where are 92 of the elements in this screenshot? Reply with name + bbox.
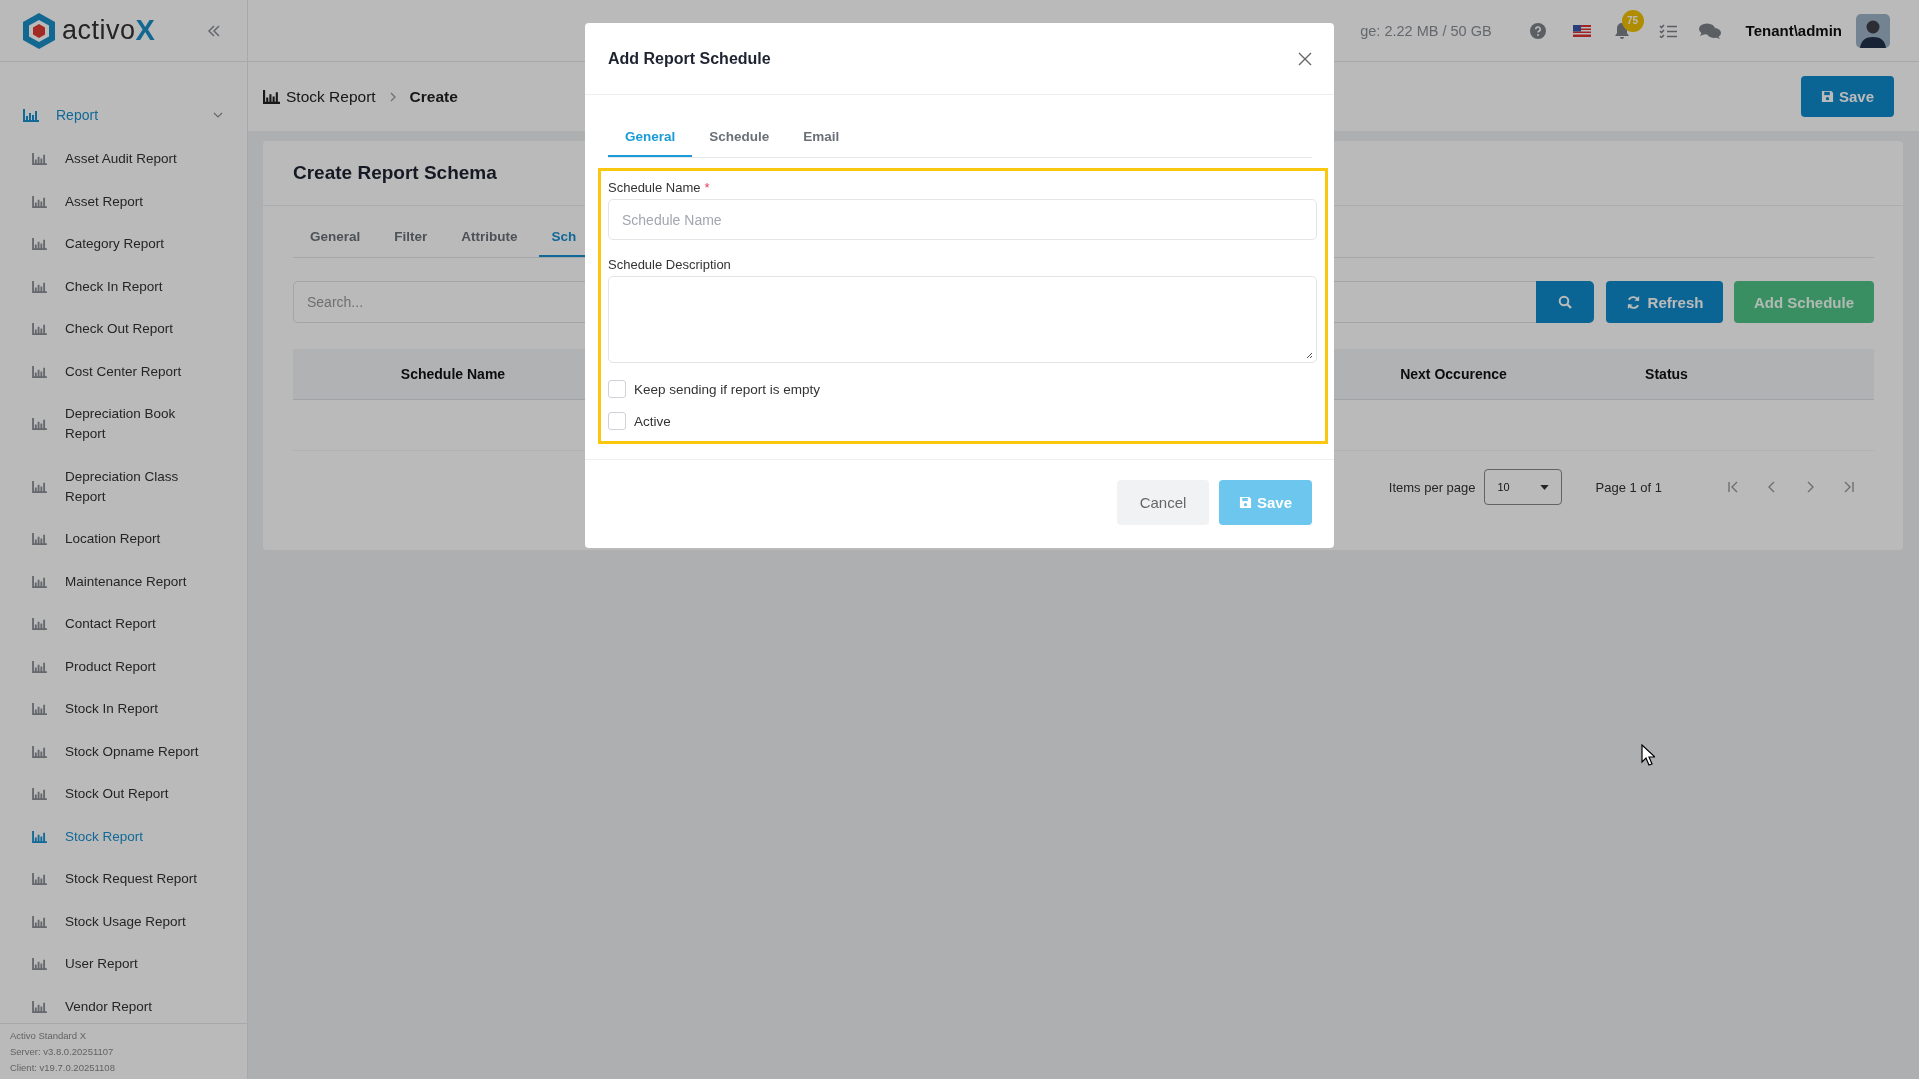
tab[interactable]: Email [786, 118, 857, 157]
required-mark: * [704, 180, 710, 195]
chart-icon [23, 108, 39, 122]
search-icon [1558, 295, 1572, 309]
notification-badge: 75 [1621, 9, 1644, 32]
page-size-select[interactable]: 10 [1483, 469, 1562, 505]
tab[interactable]: Attribute [448, 218, 531, 257]
chart-icon [32, 480, 47, 493]
chart-icon [32, 365, 47, 378]
dialog-title: Add Report Schedule [608, 49, 771, 68]
chart-icon [32, 915, 47, 928]
chart-icon [32, 195, 47, 208]
chart-icon [32, 618, 47, 631]
chat-icon[interactable] [1698, 22, 1721, 39]
checkbox-label: Keep sending if report is empty [634, 381, 821, 397]
sidebar-item[interactable]: Maintenance Report [0, 560, 247, 603]
version-text: Client: v19.7.0.20251108 [10, 1061, 116, 1075]
chart-icon [32, 238, 47, 251]
chart-icon [32, 703, 47, 716]
help-icon[interactable] [1529, 22, 1546, 39]
close-icon[interactable] [1298, 51, 1312, 66]
column-header: Status [1644, 366, 1689, 382]
sidebar-item[interactable]: Stock Out Report [0, 773, 247, 816]
save-icon [1820, 90, 1834, 103]
column-header: Next Occurence [1399, 366, 1508, 382]
sidebar-item[interactable]: Stock Request Report [0, 858, 247, 901]
task-list-icon[interactable] [1658, 23, 1677, 38]
cursor-icon [1641, 744, 1655, 766]
caret-icon [1539, 484, 1549, 490]
chart-icon [32, 830, 47, 843]
chart-icon [32, 873, 47, 886]
chevron-icon [389, 91, 396, 102]
section-label: Report [56, 107, 100, 123]
cancel-button[interactable]: Cancel [1117, 480, 1209, 525]
sidebar-item[interactable]: Stock Opname Report [0, 730, 247, 773]
breadcrumb-link[interactable]: Stock Report [286, 87, 376, 106]
chart-icon [32, 280, 47, 293]
version-text: Server: v3.8.0.20251107 [10, 1045, 115, 1059]
last-page-icon[interactable] [1842, 481, 1854, 493]
tab[interactable]: Schedule [692, 118, 787, 157]
checkbox-label: Active [634, 413, 671, 429]
save-icon [1238, 496, 1252, 509]
textarea-field[interactable] [608, 276, 1317, 363]
field-label: Schedule Name [608, 180, 701, 195]
chart-icon [32, 575, 47, 588]
collapse-icon[interactable] [207, 24, 221, 37]
version-text: Activo Standard X [10, 1029, 88, 1043]
logo: activoX [22, 11, 155, 50]
first-page-icon[interactable] [1728, 481, 1740, 493]
sidebar-item[interactable]: Check In Report [0, 265, 247, 308]
card-title: Create Report Schema [293, 162, 497, 184]
sidebar-item[interactable]: Category Report [0, 223, 247, 266]
chart-icon [32, 153, 47, 166]
input-field[interactable]: Schedule Name [608, 199, 1317, 240]
chart-icon [32, 1000, 47, 1013]
tab[interactable]: Filter [381, 218, 441, 257]
storage-usage: ge: 2.22 MB / 50 GB [1360, 22, 1492, 39]
sidebar-item[interactable]: Stock Usage Report [0, 900, 247, 943]
page-info: Page 1 of 1 [1595, 479, 1662, 495]
chart-icon [32, 418, 47, 431]
sidebar-item[interactable]: User Report [0, 943, 247, 986]
sidebar-item[interactable]: Stock In Report [0, 688, 247, 731]
sidebar-item[interactable]: Cost Center Report [0, 350, 247, 393]
chart-icon [32, 533, 47, 546]
breadcrumb-current: Create [409, 87, 458, 106]
user-name[interactable]: Tenant\admin [1745, 22, 1842, 39]
sidebar-item[interactable]: Check Out Report [0, 308, 247, 351]
field-label: Schedule Description [608, 257, 731, 272]
flag-icon[interactable] [1572, 24, 1591, 37]
sidebar-item[interactable]: Depreciation Book Report [0, 393, 247, 456]
checkbox[interactable] [608, 380, 626, 398]
sidebar-item[interactable]: Vendor Report [0, 985, 247, 1023]
resize-handle-icon[interactable] [1305, 351, 1313, 359]
chart-icon [32, 745, 47, 758]
checkbox[interactable] [608, 412, 626, 430]
column-header: Schedule Name [399, 366, 507, 382]
search-button[interactable] [1536, 281, 1594, 323]
sidebar-item[interactable]: Asset Audit Report [0, 138, 247, 181]
sidebar-item[interactable]: Location Report [0, 518, 247, 561]
sidebar-item[interactable]: Depreciation Class Report [0, 455, 247, 518]
refresh-icon [1625, 294, 1641, 310]
chart-icon [32, 660, 47, 673]
sidebar-item[interactable]: Product Report [0, 645, 247, 688]
chart-icon [263, 89, 280, 104]
avatar-icon[interactable] [1856, 13, 1890, 48]
items-per-page-label: Items per page [1388, 479, 1476, 495]
chart-icon [32, 323, 47, 336]
sidebar-item[interactable]: Contact Report [0, 603, 247, 646]
tab[interactable]: General [297, 218, 374, 257]
sidebar-item[interactable]: Asset Report [0, 180, 247, 223]
chart-icon [32, 958, 47, 971]
chart-icon [32, 788, 47, 801]
